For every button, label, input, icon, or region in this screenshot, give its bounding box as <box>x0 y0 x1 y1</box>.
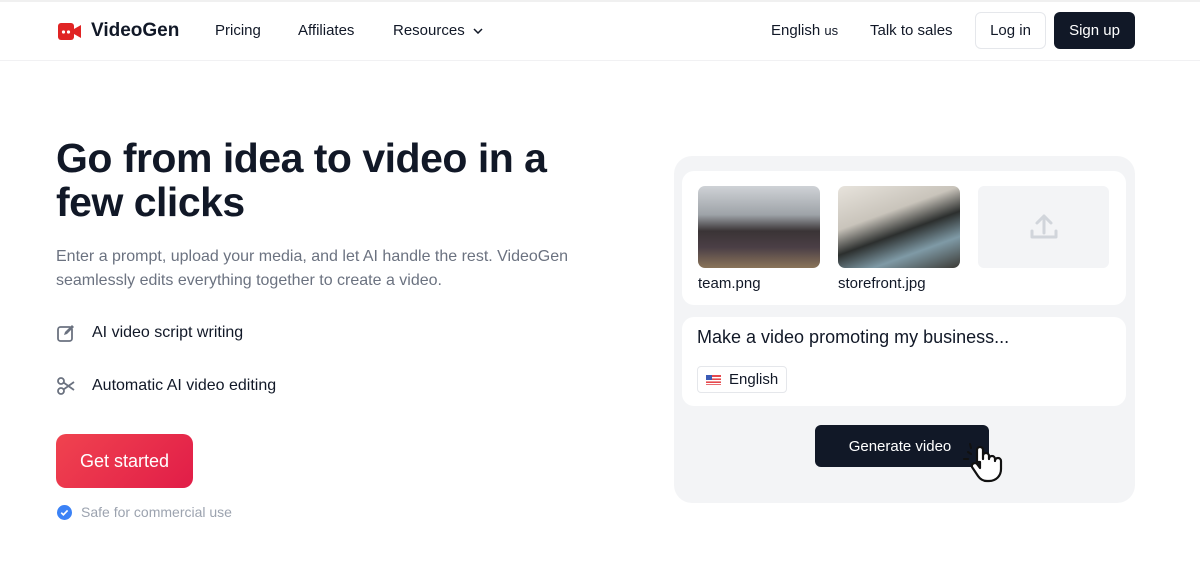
language-region: us <box>824 23 839 38</box>
upload-icon <box>1030 214 1057 239</box>
scissors-icon <box>57 377 75 395</box>
prompt-input[interactable]: Make a video promoting my business... <box>697 327 1009 348</box>
signup-button[interactable]: Sign up <box>1054 12 1135 49</box>
verified-check-icon <box>57 504 72 520</box>
language-label: English <box>771 22 821 39</box>
language-chip-label: English <box>729 371 779 388</box>
upload-button[interactable] <box>978 186 1109 268</box>
nav-affiliates[interactable]: Affiliates <box>298 22 354 39</box>
language-selector[interactable]: English us <box>771 22 838 39</box>
chevron-down-icon <box>473 27 483 34</box>
media-panel: team.png storefront.jpg <box>682 171 1126 305</box>
brand-name: VideoGen <box>91 20 180 41</box>
pointer-hand-icon <box>963 443 1003 483</box>
language-chip[interactable]: English <box>697 366 788 393</box>
hero-title: Go from idea to video in a few clicks <box>56 135 547 225</box>
nav-resources-label: Resources <box>393 22 465 39</box>
login-button[interactable]: Log in <box>975 12 1046 49</box>
feature-label: AI video script writing <box>92 324 244 341</box>
logo[interactable]: VideoGen <box>58 20 179 42</box>
storefront-image[interactable] <box>838 186 960 268</box>
file-name: team.png <box>698 275 761 292</box>
talk-to-sales-link[interactable]: Talk to sales <box>870 22 953 39</box>
feature-script-writing: AI video script writing <box>56 323 243 343</box>
header: VideoGen Pricing Affiliates Resources En… <box>0 0 1200 61</box>
prompt-panel[interactable]: Make a video promoting my business... En… <box>682 317 1126 406</box>
file-name: storefront.jpg <box>838 275 926 292</box>
team-image[interactable] <box>698 186 820 268</box>
safe-badge: Safe for commercial use <box>57 504 232 520</box>
feature-video-editing: Automatic AI video editing <box>56 376 276 396</box>
safe-label: Safe for commercial use <box>81 504 232 520</box>
nav-resources[interactable]: Resources <box>393 22 483 39</box>
nav-pricing[interactable]: Pricing <box>215 22 261 39</box>
edit-icon <box>57 325 74 342</box>
video-camera-icon <box>58 22 81 40</box>
demo-card: team.png storefront.jpg Make a video pro… <box>674 156 1135 503</box>
hero-subtitle: Enter a prompt, upload your media, and l… <box>56 248 569 289</box>
get-started-button[interactable]: Get started <box>56 434 193 488</box>
us-flag-icon <box>706 374 721 385</box>
feature-label: Automatic AI video editing <box>92 377 277 394</box>
